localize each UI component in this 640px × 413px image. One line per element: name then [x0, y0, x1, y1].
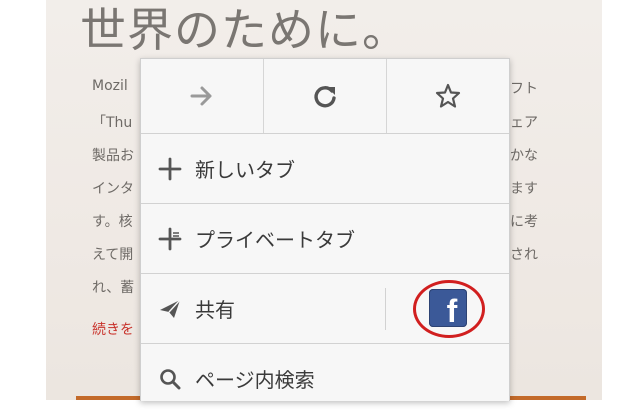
star-icon: [435, 83, 461, 108]
body-text-fragment: Mozil: [92, 78, 128, 94]
body-text-fragment: フト: [510, 81, 538, 97]
menu-item-share[interactable]: 共有 f: [141, 274, 509, 344]
menu-item-new-tab[interactable]: 新しいタブ: [141, 134, 509, 204]
bookmark-button[interactable]: [387, 59, 509, 133]
body-text-fragment: えて開: [92, 247, 134, 263]
plus-icon: [155, 154, 185, 184]
share-divider: [385, 288, 386, 330]
reload-button[interactable]: [264, 59, 387, 133]
menu-toolbar: [141, 59, 509, 134]
menu-item-find-in-page[interactable]: ページ内検索: [141, 344, 509, 413]
menu-item-private-tab[interactable]: プライベートタブ: [141, 204, 509, 274]
share-icon: [155, 294, 185, 324]
body-text-fragment: す。核: [92, 214, 133, 230]
browser-menu-popup: 新しいタブ プライベートタブ 共有 f ページ内検索: [140, 58, 510, 401]
menu-item-label: 新しいタブ: [195, 158, 295, 182]
menu-item-label: ページ内検索: [195, 368, 315, 392]
facebook-share-button[interactable]: f: [413, 280, 485, 338]
facebook-glyph: f: [446, 293, 458, 329]
private-plus-icon: [155, 224, 185, 254]
reload-icon: [314, 86, 336, 108]
body-text-fragment: れ、蓄: [92, 280, 135, 296]
menu-item-label: 共有: [195, 298, 235, 322]
arrow-right-icon: [190, 86, 212, 106]
body-text-fragment: 製品お: [92, 148, 134, 164]
menu-item-label: プライベートタブ: [195, 228, 355, 252]
search-icon: [155, 364, 185, 394]
page-heading: 世界のために。: [80, 3, 409, 57]
body-text-fragment: 「Thu: [92, 115, 133, 131]
continue-reading-link[interactable]: 続きを: [92, 319, 134, 339]
facebook-icon: f: [429, 289, 467, 327]
forward-button[interactable]: [141, 59, 264, 133]
body-text-fragment: インタ: [92, 181, 134, 197]
